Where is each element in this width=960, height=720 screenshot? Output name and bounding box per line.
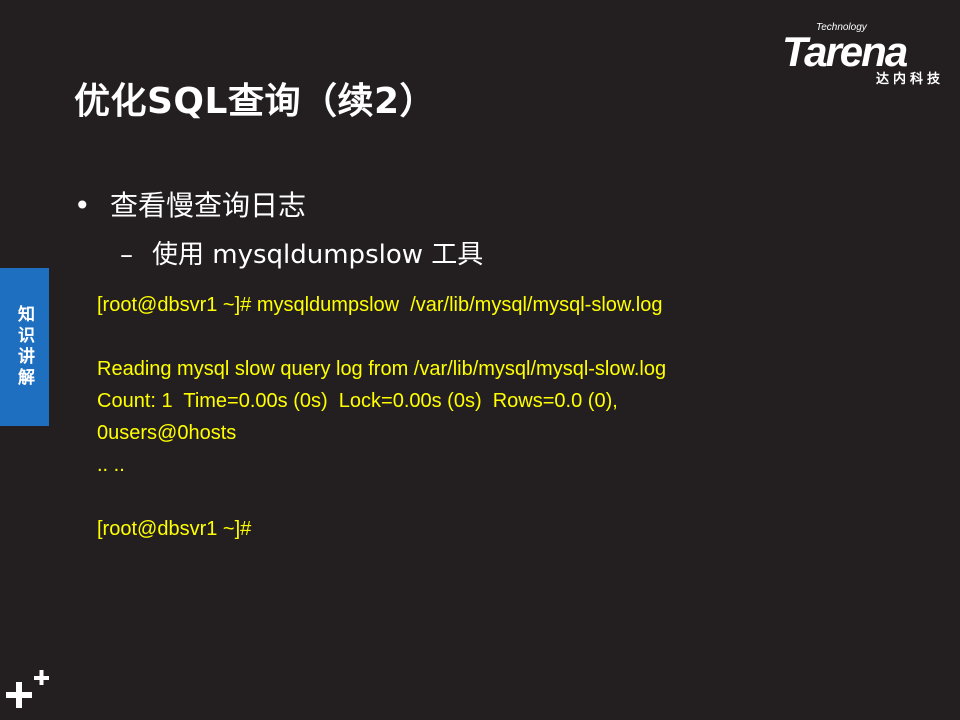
- code-line: [root@dbsvr1 ~]# mysqldumpslow /var/lib/…: [97, 294, 663, 316]
- side-tab: 知识讲解: [0, 268, 49, 426]
- sub-bullet-item: – 使用 mysqldumpslow 工具: [120, 234, 483, 271]
- code-line: Reading mysql slow query log from /var/l…: [97, 358, 667, 380]
- dash-icon: –: [120, 240, 133, 270]
- code-line: Count: 1 Time=0.00s (0s) Lock=0.00s (0s)…: [97, 390, 618, 412]
- code-line: 0users@0hosts: [97, 422, 237, 444]
- bullet-item: • 查看慢查询日志: [74, 184, 306, 224]
- plus-icon: [6, 670, 49, 708]
- code-block: [root@dbsvr1 ~]# mysqldumpslow /var/lib/…: [97, 289, 666, 545]
- code-line: [root@dbsvr1 ~]#: [97, 518, 252, 540]
- bullet-text: 查看慢查询日志: [110, 189, 307, 222]
- logo-chinese: 达内科技: [875, 72, 944, 87]
- code-line: .. ..: [97, 454, 125, 476]
- slide-title: 优化SQL查询（续2）: [74, 81, 437, 122]
- side-tab-label: 知识讲解: [14, 305, 34, 389]
- sub-bullet-text: 使用 mysqldumpslow 工具: [152, 240, 484, 270]
- bullet-dot-icon: •: [74, 189, 91, 222]
- brand-logo: Technology Tarena 达内科技: [782, 22, 946, 87]
